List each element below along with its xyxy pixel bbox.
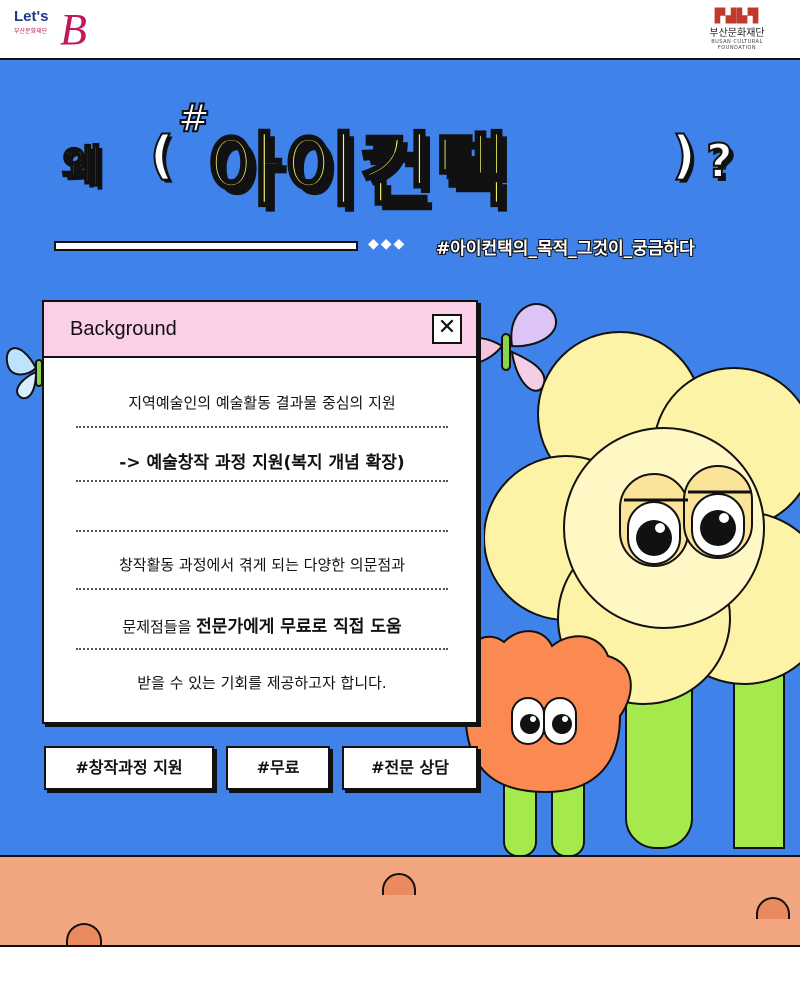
background-window: Background ✕ 지역예술인의 예술활동 결과물 중심의 지원 -> 예… [42,300,478,724]
window-title: Background [70,318,177,340]
dotted-divider [76,588,448,590]
dotted-divider [76,530,448,532]
foundation-mark: ▛▟▙▜ [715,8,759,23]
title-close-paren: ) [671,125,697,187]
ground-bump [382,873,416,895]
ground-strip [0,855,800,947]
tagline-text: #아이컨택의_목적_그것이_궁금하다 [436,239,695,259]
title-hash: # [177,95,211,141]
tag-expert-consult[interactable]: #전문 상담 [342,746,478,790]
dotted-divider [76,480,448,482]
ground-bump [756,897,790,919]
title-prefix: 왜 [61,140,104,193]
header-bar: Let's 부산문화재단 B ▛▟▙▜ 부산문화재단 BUSAN CULTURA… [0,0,800,60]
dotted-divider [76,426,448,428]
window-line-2: -> 예술창작 과정 지원(복지 개념 확장) [119,453,405,473]
title-open-paren: ( [149,125,175,187]
window-line-1: 지역예술인의 예술활동 결과물 중심의 지원 [128,394,396,412]
logo-sub: 부산문화재단 [14,28,48,35]
window-line-5-bold: 전문가에게 무료로 직접 도움 [196,617,402,637]
foundation-english: BUSAN CULTURAL FOUNDATION [711,39,763,51]
window-line-5-pre: 문제점들을 [122,618,197,636]
tag-free[interactable]: #무료 [226,746,330,790]
foundation-name: 부산문화재단 [709,28,765,39]
ground-bump [66,923,102,945]
lets-b-logo[interactable]: Let's 부산문화재단 B [14,5,94,54]
title-question: ? [705,133,734,189]
window-header: Background ✕ [44,302,476,358]
page-title: 아이컨택 [206,123,511,219]
logo-letter: B [60,5,87,54]
orange-bud-character [462,630,632,856]
divider-bar [54,241,358,251]
window-line-5: 문제점들을 전문가에게 무료로 직접 도움 [76,612,448,637]
close-icon[interactable]: ✕ [432,314,462,344]
tag-creative-support[interactable]: #창작과정 지원 [44,746,214,790]
window-line-6: 받을 수 있는 기회를 제공하고자 합니다. [137,674,387,692]
window-line-4: 창작활동 과정에서 겪게 되는 다양한 의문점과 [118,556,406,574]
logo-word: Let's [14,8,49,25]
foundation-logo[interactable]: ▛▟▙▜ 부산문화재단 BUSAN CULTURAL FOUNDATION [692,8,782,51]
dotted-divider [76,648,448,650]
diamond-icons: ◆◆◆ [368,236,407,252]
